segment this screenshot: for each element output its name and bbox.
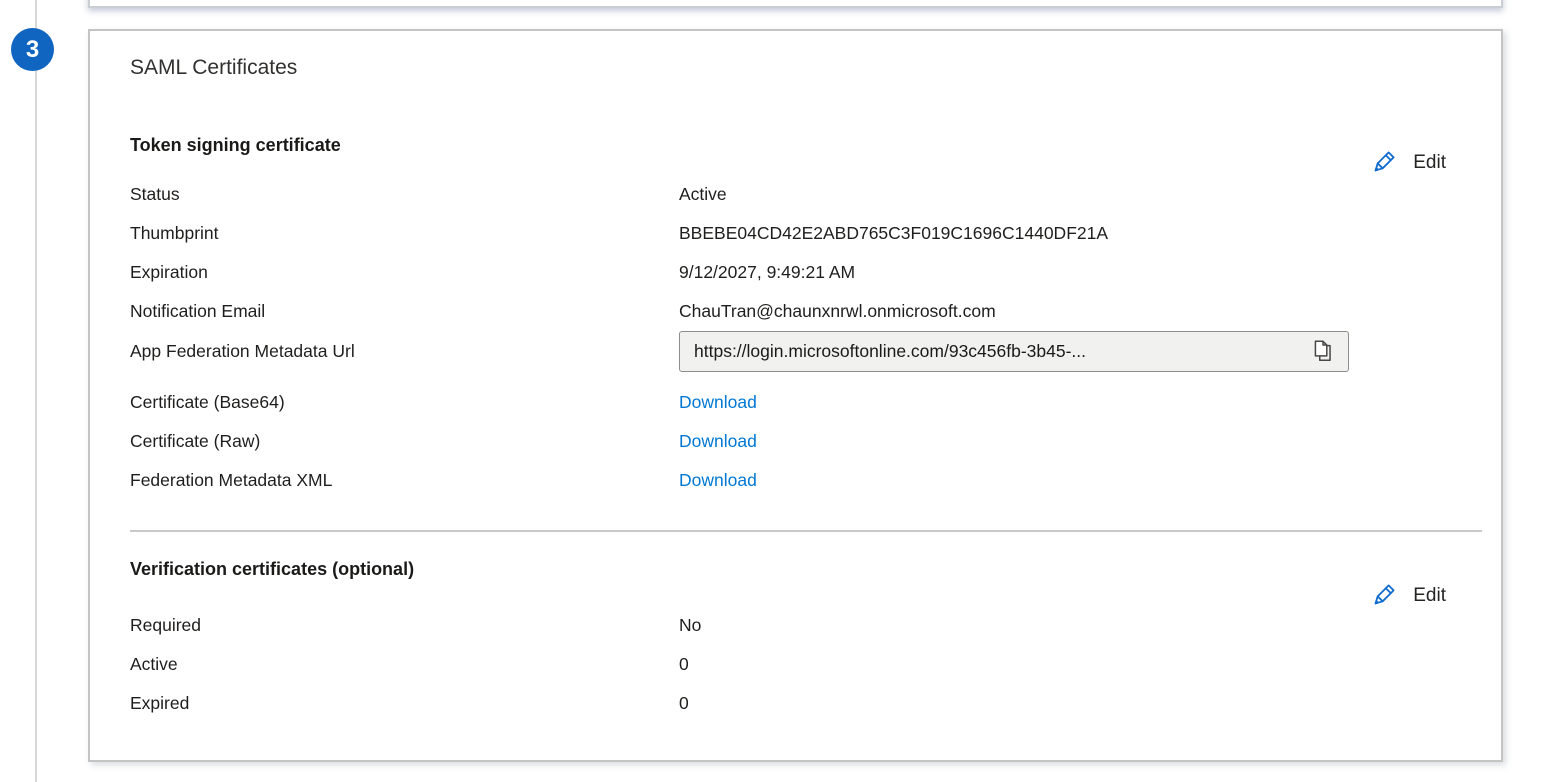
federation-metadata-xml-label: Federation Metadata XML bbox=[130, 470, 679, 491]
expiration-value: 9/12/2027, 9:49:21 AM bbox=[679, 262, 1480, 283]
copy-icon bbox=[1310, 338, 1336, 364]
table-row: Notification Email ChauTran@chaunxnrwl.o… bbox=[130, 292, 1480, 331]
stepper-line bbox=[35, 0, 37, 782]
table-row: Certificate (Base64) Download bbox=[130, 383, 1480, 422]
download-certificate-raw-link[interactable]: Download bbox=[679, 431, 757, 451]
download-certificate-base64-link[interactable]: Download bbox=[679, 392, 757, 412]
token-signing-certificate-heading: Token signing certificate bbox=[130, 135, 341, 156]
certificate-base64-label: Certificate (Base64) bbox=[130, 392, 679, 413]
step-3-badge: 3 bbox=[11, 28, 54, 71]
previous-card-bottom-edge bbox=[88, 0, 1503, 8]
verification-certificates-heading: Verification certificates (optional) bbox=[130, 559, 414, 580]
table-row: Expiration 9/12/2027, 9:49:21 AM bbox=[130, 253, 1480, 292]
download-federation-metadata-xml-link[interactable]: Download bbox=[679, 470, 757, 490]
card-title: SAML Certificates bbox=[130, 56, 297, 80]
notification-email-value: ChauTran@chaunxnrwl.onmicrosoft.com bbox=[679, 301, 1480, 322]
saml-certificates-card: SAML Certificates Token signing certific… bbox=[88, 29, 1503, 762]
thumbprint-label: Thumbprint bbox=[130, 223, 679, 244]
expired-value: 0 bbox=[679, 693, 1480, 714]
app-federation-metadata-url-label: App Federation Metadata Url bbox=[130, 341, 679, 362]
status-value: Active bbox=[679, 184, 1480, 205]
status-label: Status bbox=[130, 184, 679, 205]
app-federation-metadata-url-row: App Federation Metadata Url https://logi… bbox=[130, 327, 1480, 375]
active-value: 0 bbox=[679, 654, 1480, 675]
verification-certificate-details: Required No Active 0 Expired 0 bbox=[130, 606, 1480, 723]
table-row: Thumbprint BBEBE04CD42E2ABD765C3F019C169… bbox=[130, 214, 1480, 253]
certificate-raw-label: Certificate (Raw) bbox=[130, 431, 679, 452]
active-label: Active bbox=[130, 654, 679, 675]
copy-url-button[interactable] bbox=[1308, 336, 1338, 366]
expired-label: Expired bbox=[130, 693, 679, 714]
required-label: Required bbox=[130, 615, 679, 636]
thumbprint-value: BBEBE04CD42E2ABD765C3F019C1696C1440DF21A bbox=[679, 223, 1480, 244]
table-row: Federation Metadata XML Download bbox=[130, 461, 1480, 500]
table-row: Active 0 bbox=[130, 645, 1480, 684]
table-row: Status Active bbox=[130, 175, 1480, 214]
notification-email-label: Notification Email bbox=[130, 301, 679, 322]
table-row: Certificate (Raw) Download bbox=[130, 422, 1480, 461]
table-row: Expired 0 bbox=[130, 684, 1480, 723]
app-federation-metadata-url-field[interactable]: https://login.microsoftonline.com/93c456… bbox=[679, 331, 1349, 372]
table-row: Required No bbox=[130, 606, 1480, 645]
edit-button-label: Edit bbox=[1413, 152, 1446, 174]
certificate-download-rows: Certificate (Base64) Download Certificat… bbox=[130, 383, 1480, 500]
token-certificate-details: Status Active Thumbprint BBEBE04CD42E2AB… bbox=[130, 175, 1480, 331]
required-value: No bbox=[679, 615, 1480, 636]
section-divider bbox=[130, 530, 1482, 532]
edit-button-label: Edit bbox=[1413, 585, 1446, 607]
expiration-label: Expiration bbox=[130, 262, 679, 283]
app-federation-metadata-url-value: https://login.microsoftonline.com/93c456… bbox=[694, 341, 1300, 362]
